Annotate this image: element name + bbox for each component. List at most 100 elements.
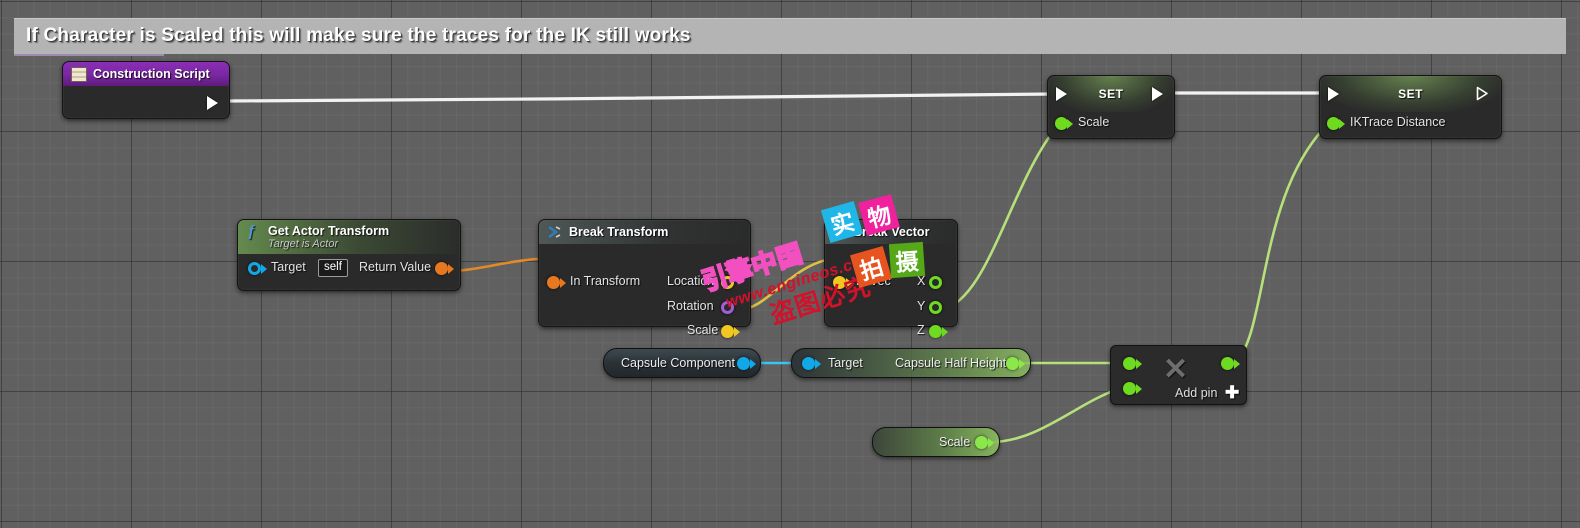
- node-header: ƒ Get Actor Transform Target is Actor: [238, 220, 460, 254]
- iktrace-input-pin-arrow: [1339, 119, 1345, 129]
- target-input-pin[interactable]: [248, 262, 261, 275]
- exec-out-pin[interactable]: [207, 96, 218, 110]
- wire-exec-construction-to-set-scale: [228, 92, 1056, 103]
- node-construction-script[interactable]: Construction Script: [62, 61, 230, 119]
- in-transform-pin-arrow: [560, 278, 566, 288]
- node-title: Break Vector: [853, 225, 930, 239]
- blueprint-graph-canvas[interactable]: If Character is Scaled this will make su…: [0, 0, 1580, 528]
- capsule-component-label: Capsule Component: [621, 356, 735, 370]
- in-vec-label: In Vec: [856, 274, 891, 288]
- node-scale-getter[interactable]: Scale: [872, 427, 1000, 457]
- scale-getter-output-arrow: [988, 438, 994, 448]
- exec-in-pin[interactable]: [1056, 87, 1067, 101]
- node-subtitle: Target is Actor: [268, 238, 339, 250]
- half-height-return-label: Capsule Half Height: [895, 356, 1007, 370]
- half-height-output-pin[interactable]: [1006, 357, 1019, 370]
- location-output-pin[interactable]: [721, 276, 734, 289]
- node-get-actor-transform[interactable]: ƒ Get Actor Transform Target is Actor Ta…: [237, 219, 461, 291]
- y-output-pin[interactable]: [929, 301, 942, 314]
- iktrace-input-label: IKTrace Distance: [1350, 115, 1446, 129]
- z-output-pin[interactable]: [929, 325, 942, 338]
- node-set-scale[interactable]: SET Scale: [1047, 75, 1175, 139]
- node-header: Break Vector: [825, 220, 957, 244]
- node-body: IKTrace Distance: [1320, 112, 1501, 138]
- node-header: Break Transform: [539, 220, 750, 244]
- multiply-output-pin[interactable]: [1221, 357, 1234, 370]
- return-value-pin-arrow: [448, 264, 454, 274]
- node-title: SET: [1098, 87, 1124, 101]
- output-label-scale: Scale: [687, 323, 719, 337]
- target-self-value[interactable]: self: [318, 259, 348, 277]
- node-body: [63, 86, 229, 119]
- capsule-component-output-pin[interactable]: [737, 357, 750, 370]
- node-break-transform[interactable]: Break Transform In Transform Location Ro…: [538, 219, 751, 338]
- exec-in-pin[interactable]: [1328, 87, 1339, 101]
- multiply-input-a-arrow: [1136, 359, 1142, 369]
- output-label-z: Z: [917, 323, 925, 337]
- return-value-pin[interactable]: [435, 262, 448, 275]
- scale-input-pin-arrow: [1067, 119, 1073, 129]
- wire-multiply-to-set-iktrace-input: [1235, 120, 1332, 363]
- half-height-target-label: Target: [828, 356, 863, 370]
- target-input-pin-arrow: [261, 264, 267, 274]
- node-set-iktrace-distance[interactable]: SET IKTrace Distance: [1319, 75, 1502, 139]
- node-body: Target self Return Value: [238, 254, 460, 290]
- node-multiply[interactable]: ✕ Add pin ✚: [1110, 345, 1247, 405]
- break-struct-icon: [832, 226, 845, 238]
- comment-title: If Character is Scaled this will make su…: [26, 25, 691, 46]
- multiply-operator-icon: ✕: [1163, 353, 1189, 386]
- node-get-capsule-half-height[interactable]: Target Capsule Half Height: [791, 348, 1031, 378]
- scale-getter-label: Scale: [939, 435, 971, 449]
- target-label: Target: [271, 260, 306, 274]
- node-title: Break Transform: [569, 225, 669, 239]
- multiply-input-b-pin[interactable]: [1123, 382, 1136, 395]
- node-body: Scale: [1048, 112, 1174, 138]
- return-value-label: Return Value: [359, 260, 432, 274]
- in-transform-pin[interactable]: [547, 276, 560, 289]
- wire-scale-to-breakvector: [736, 256, 839, 312]
- node-header: SET: [1048, 76, 1174, 112]
- node-break-vector[interactable]: Break Vector In Vec X Y Z: [824, 219, 958, 338]
- z-output-pin-arrow: [942, 327, 948, 337]
- half-height-target-pin[interactable]: [802, 357, 815, 370]
- node-capsule-component[interactable]: Capsule Component: [603, 348, 761, 378]
- node-body: In Transform Location Rotation Scale: [539, 244, 750, 338]
- scale-output-pin[interactable]: [721, 325, 734, 338]
- break-struct-icon: [548, 226, 561, 238]
- output-label-x: X: [917, 274, 926, 288]
- rotation-output-pin[interactable]: [721, 301, 734, 314]
- wire-transform-returnvalue-to-breaktransform: [446, 256, 552, 273]
- node-title: SET: [1398, 87, 1423, 101]
- output-label-rotation: Rotation: [667, 299, 714, 313]
- comment-accent-bar: [14, 54, 164, 56]
- node-body: In Vec X Y Z: [825, 244, 957, 338]
- node-title: Construction Script: [93, 67, 210, 81]
- comment-box[interactable]: If Character is Scaled this will make su…: [14, 18, 1566, 54]
- scale-getter-output-pin[interactable]: [975, 436, 988, 449]
- x-output-pin[interactable]: [929, 276, 942, 289]
- add-pin-label[interactable]: Add pin: [1175, 386, 1217, 400]
- construction-script-icon: [71, 67, 87, 82]
- in-vec-pin[interactable]: [833, 276, 846, 289]
- node-header: SET: [1320, 76, 1501, 112]
- in-transform-label: In Transform: [570, 274, 641, 288]
- scale-output-pin-arrow: [734, 327, 740, 337]
- output-label-location: Location: [667, 274, 715, 288]
- output-label-y: Y: [917, 299, 926, 313]
- wire-scale-to-multiply-b: [990, 386, 1123, 444]
- exec-out-pin[interactable]: [1152, 87, 1163, 101]
- half-height-output-arrow: [1019, 359, 1025, 369]
- exec-out-pin[interactable]: [1476, 86, 1489, 101]
- in-vec-pin-arrow: [846, 278, 852, 288]
- add-pin-plus-icon[interactable]: ✚: [1225, 384, 1239, 401]
- multiply-input-a-pin[interactable]: [1123, 357, 1136, 370]
- multiply-output-arrow: [1234, 359, 1240, 369]
- half-height-target-arrow: [815, 359, 821, 369]
- scale-input-label: Scale: [1078, 115, 1110, 129]
- wire-z-to-set-scale-input: [940, 119, 1063, 312]
- capsule-component-output-arrow: [750, 359, 756, 369]
- node-header: Construction Script: [63, 62, 229, 86]
- function-f-icon: ƒ: [247, 223, 256, 240]
- multiply-input-b-arrow: [1136, 384, 1142, 394]
- node-title: Get Actor Transform: [268, 224, 390, 238]
